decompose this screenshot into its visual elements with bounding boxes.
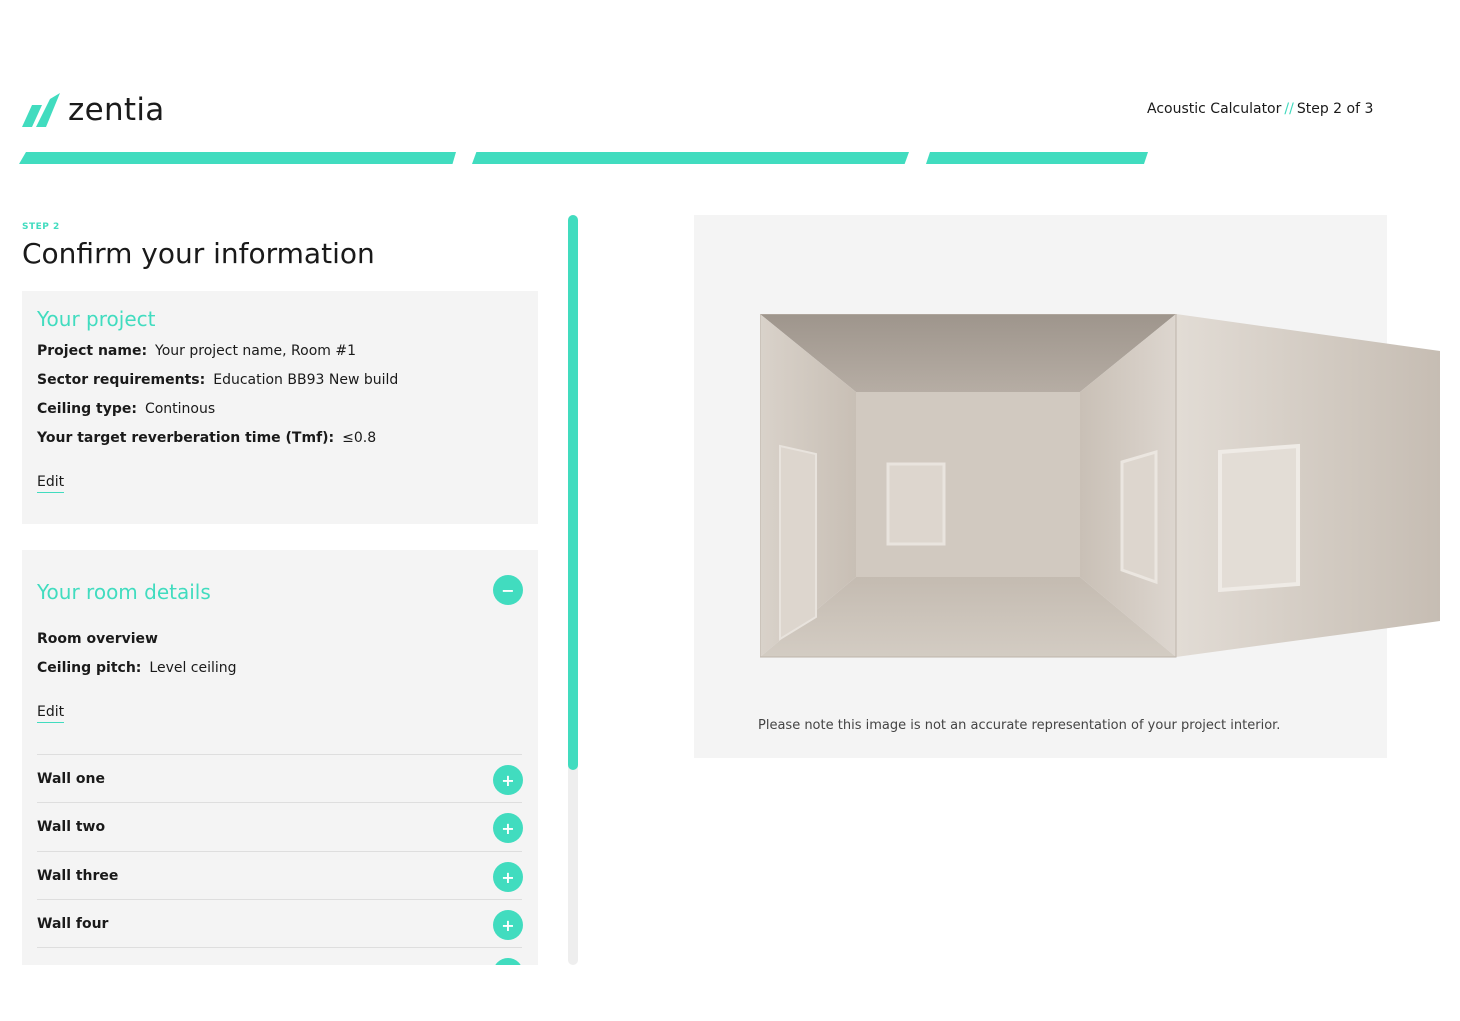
app-name: Acoustic Calculator [1147, 101, 1282, 117]
progress-segment-2 [472, 152, 909, 164]
ceiling-type-row: Ceiling type: Continous [37, 401, 215, 417]
progress-segment-1 [19, 152, 456, 164]
step-separator: // [1284, 101, 1294, 117]
logo-wordmark: zentia [68, 92, 165, 128]
wall-label: Wall three [37, 868, 119, 884]
sector-label: Sector requirements: [37, 372, 206, 388]
project-name-label: Project name: [37, 343, 148, 359]
ceiling-pitch-label: Ceiling pitch: [37, 660, 142, 676]
wall-row-three[interactable]: Wall three + [37, 851, 523, 900]
wall-label: Wall two [37, 819, 106, 835]
wall-label: Wall four [37, 916, 109, 932]
room-preview-panel: Please note this image is not an accurat… [694, 215, 1440, 758]
plus-icon: + [501, 867, 515, 887]
zentia-logo-icon [22, 93, 60, 127]
ceiling-type-label: Ceiling type: [37, 401, 137, 417]
room-edit-link[interactable]: Edit [37, 704, 65, 723]
room-overview-label: Room overview [37, 631, 158, 647]
reverberation-value: ≤0.8 [342, 430, 377, 446]
wall-row-one[interactable]: Wall one + [37, 754, 523, 803]
wall-label: Wall one [37, 771, 105, 787]
expand-button[interactable]: + [493, 813, 523, 843]
ceiling-pitch-row: Ceiling pitch: Level ceiling [37, 660, 237, 676]
info-panel: STEP 2 Confirm your information Your pro… [22, 215, 538, 965]
project-card-title: Your project [37, 307, 156, 331]
plus-icon: + [501, 770, 515, 790]
wall-row-four[interactable]: Wall four + [37, 899, 523, 948]
zentia-logo[interactable]: zentia [22, 90, 165, 130]
ceiling-pitch-value: Level ceiling [149, 660, 237, 676]
reverberation-row: Your target reverberation time (Tmf): ≤0.… [37, 430, 376, 446]
expand-button[interactable]: + [493, 910, 523, 940]
scrollbar-thumb[interactable] [568, 215, 578, 770]
ceiling-type-value: Continous [144, 401, 216, 417]
project-name-value: Your project name, Room #1 [155, 343, 356, 359]
plus-icon: + [501, 818, 515, 838]
preview-disclaimer: Please note this image is not an accurat… [758, 718, 1281, 733]
project-name-row: Project name: Your project name, Room #1 [37, 343, 356, 359]
wall-row-partial[interactable] [37, 947, 523, 965]
minus-icon: − [501, 580, 515, 600]
page-title: Confirm your information [22, 237, 375, 270]
reverberation-label: Your target reverberation time (Tmf): [37, 430, 335, 446]
step-label: STEP 2 [22, 222, 60, 232]
step-count: Step 2 of 3 [1296, 101, 1374, 117]
room-overview-row: Room overview [37, 631, 166, 647]
expand-button[interactable] [493, 958, 523, 965]
project-edit-link[interactable]: Edit [37, 474, 65, 493]
wall-row-two[interactable]: Wall two + [37, 802, 523, 851]
room-details-card: Your room details − Room overview Ceilin… [22, 550, 538, 965]
expand-button[interactable]: + [493, 862, 523, 892]
step-indicator: Acoustic Calculator//Step 2 of 3 [1147, 101, 1373, 117]
room-card-title: Your room details [37, 580, 211, 604]
sector-row: Sector requirements: Education BB93 New b… [37, 372, 398, 388]
scrollbar-track[interactable] [568, 215, 578, 965]
room-3d-render [760, 314, 1440, 658]
project-card: Your project Project name: Your project n… [22, 291, 538, 524]
sector-value: Education BB93 New build [213, 372, 399, 388]
plus-icon: + [501, 915, 515, 935]
progress-segment-3 [926, 152, 1148, 164]
expand-button[interactable]: + [493, 765, 523, 795]
collapse-button[interactable]: − [493, 575, 523, 605]
